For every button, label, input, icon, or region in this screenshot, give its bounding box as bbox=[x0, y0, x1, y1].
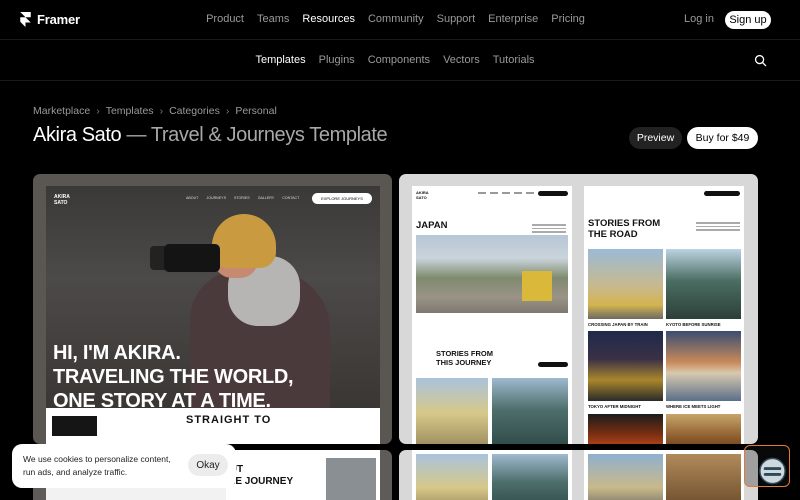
road-photo-kyoto bbox=[666, 249, 741, 319]
login-link[interactable]: Log in bbox=[684, 13, 714, 25]
chat-widget-icon[interactable] bbox=[756, 456, 789, 486]
tab-vectors[interactable]: Vectors bbox=[443, 54, 480, 66]
stories-heading-line: STORIES FROM bbox=[436, 349, 493, 358]
breadcrumb-personal[interactable]: Personal bbox=[235, 105, 276, 117]
road-photo-fire bbox=[588, 414, 663, 444]
search-icon[interactable] bbox=[754, 54, 767, 67]
detail-photo-train bbox=[588, 454, 663, 500]
road-caption: CROSSING JAPAN BY TRAIN bbox=[588, 322, 648, 327]
main-menu: Product Teams Resources Community Suppor… bbox=[0, 13, 800, 25]
cookie-okay-button[interactable]: Okay bbox=[188, 454, 228, 476]
site-section-heading: STRAIGHT TO bbox=[186, 414, 272, 426]
site-nav-item: GALLERY bbox=[257, 196, 275, 200]
site-nav: ABOUT JOURNEYS STORIES GALLERY CONTACT bbox=[186, 196, 299, 200]
template-detail-page-b bbox=[584, 450, 744, 500]
template-journey-page: AKIRA SATO JAPAN STORIES FROM THIS JOURN… bbox=[412, 186, 572, 444]
detail-photo-pagoda bbox=[492, 454, 568, 500]
stories-photo-pagoda bbox=[492, 378, 568, 444]
signup-button[interactable]: Sign up bbox=[725, 11, 771, 29]
stories-photo-houses bbox=[416, 378, 488, 444]
breadcrumb-separator: › bbox=[159, 105, 164, 117]
template-name: Akira Sato bbox=[33, 124, 122, 146]
site-section-thumb bbox=[52, 416, 97, 436]
detail-photo-houses bbox=[416, 454, 488, 500]
road-caption: TOKYO AFTER MIDNIGHT bbox=[588, 404, 641, 409]
buy-button[interactable]: Buy for $49 bbox=[687, 127, 758, 149]
cookie-banner: We use cookies to personalize content, r… bbox=[12, 444, 236, 488]
stories-heading-line: THIS JOURNEY bbox=[436, 358, 492, 367]
photo-person-beanie bbox=[212, 214, 276, 268]
breadcrumb-templates[interactable]: Templates bbox=[106, 105, 154, 117]
preview-button[interactable]: Preview bbox=[629, 127, 682, 149]
tab-components[interactable]: Components bbox=[368, 54, 430, 66]
breadcrumb: Marketplace › Templates › Categories › P… bbox=[33, 105, 277, 117]
road-photo-gate bbox=[666, 414, 741, 444]
template-stories-page: STORIES FROM THE ROAD CROSSING JAPAN BY … bbox=[584, 186, 744, 444]
preview-image-pages[interactable]: AKIRA SATO JAPAN STORIES FROM THIS JOURN… bbox=[399, 174, 758, 444]
breadcrumb-separator: › bbox=[96, 105, 100, 117]
page-nav-button bbox=[538, 191, 568, 196]
site-nav-item: ABOUT bbox=[186, 196, 199, 200]
breadcrumb-separator: › bbox=[225, 105, 230, 117]
road-heading-line: THE ROAD bbox=[588, 229, 638, 240]
preview-image-detail[interactable] bbox=[399, 450, 758, 500]
site-cta-button: EXPLORE JOURNEYS bbox=[312, 193, 372, 204]
journey-heading: JAPAN bbox=[416, 220, 448, 231]
road-heading: STORIES FROM THE ROAD bbox=[588, 218, 660, 240]
hero-line: HI, I'M AKIRA. bbox=[53, 342, 181, 364]
nav-item-support[interactable]: Support bbox=[437, 13, 476, 25]
top-navigation: Framer Product Teams Resources Community… bbox=[0, 0, 800, 40]
tab-templates[interactable]: Templates bbox=[255, 54, 305, 66]
hero-headline: HI, I'M AKIRA. TRAVELING THE WORLD, ONE … bbox=[53, 341, 294, 413]
page-logo-line: SATO bbox=[416, 195, 427, 200]
site-logo: AKIRA SATO bbox=[54, 194, 70, 206]
template-subtitle: — Travel & Journeys Template bbox=[121, 124, 388, 146]
page-nav-button bbox=[704, 191, 740, 196]
stories-heading: STORIES FROM THIS JOURNEY bbox=[436, 349, 493, 367]
detail-photo-gate bbox=[666, 454, 741, 500]
nav-item-teams[interactable]: Teams bbox=[257, 13, 289, 25]
template-detail-page-a bbox=[412, 450, 572, 500]
site-nav-item: STORIES bbox=[233, 196, 250, 200]
road-meta bbox=[696, 222, 740, 233]
photo-camera bbox=[164, 244, 220, 272]
journey-meta bbox=[532, 224, 566, 235]
page-nav bbox=[478, 192, 534, 194]
site-nav-item: JOURNEYS bbox=[206, 196, 226, 200]
page-logo: AKIRA SATO bbox=[416, 190, 429, 200]
cookie-message: We use cookies to personalize content, r… bbox=[23, 454, 171, 477]
site-logo-line: SATO bbox=[54, 200, 68, 206]
journey-photo-detail bbox=[522, 271, 552, 301]
about-photo bbox=[326, 458, 376, 500]
road-caption: WHERE ICE MEETS LIGHT bbox=[666, 404, 721, 409]
nav-item-pricing[interactable]: Pricing bbox=[551, 13, 585, 25]
stories-button bbox=[538, 362, 568, 367]
road-heading-line: STORIES FROM bbox=[588, 218, 661, 229]
road-photo-tokyo bbox=[588, 331, 663, 401]
breadcrumb-categories[interactable]: Categories bbox=[169, 105, 220, 117]
template-home-preview: AKIRA SATO ABOUT JOURNEYS STORIES GALLER… bbox=[46, 186, 380, 444]
tab-tutorials[interactable]: Tutorials bbox=[493, 54, 535, 66]
nav-item-community[interactable]: Community bbox=[368, 13, 424, 25]
page-title: Akira Sato — Travel & Journeys Template bbox=[33, 124, 388, 147]
road-photo-train bbox=[588, 249, 663, 319]
preview-image-home[interactable]: AKIRA SATO ABOUT JOURNEYS STORIES GALLER… bbox=[33, 174, 392, 444]
site-nav-item: CONTACT bbox=[282, 196, 300, 200]
nav-item-resources[interactable]: Resources bbox=[302, 13, 355, 25]
road-caption: KYOTO BEFORE SUNRISE bbox=[666, 322, 721, 327]
sub-navigation: Templates Plugins Components Vectors Tut… bbox=[0, 40, 800, 81]
marketplace-menu: Templates Plugins Components Vectors Tut… bbox=[0, 54, 800, 66]
hero-line: TRAVELING THE WORLD, bbox=[53, 366, 294, 388]
nav-item-enterprise[interactable]: Enterprise bbox=[488, 13, 538, 25]
nav-item-product[interactable]: Product bbox=[206, 13, 244, 25]
tab-plugins[interactable]: Plugins bbox=[319, 54, 355, 66]
road-photo-ice bbox=[666, 331, 741, 401]
breadcrumb-marketplace[interactable]: Marketplace bbox=[33, 105, 90, 117]
